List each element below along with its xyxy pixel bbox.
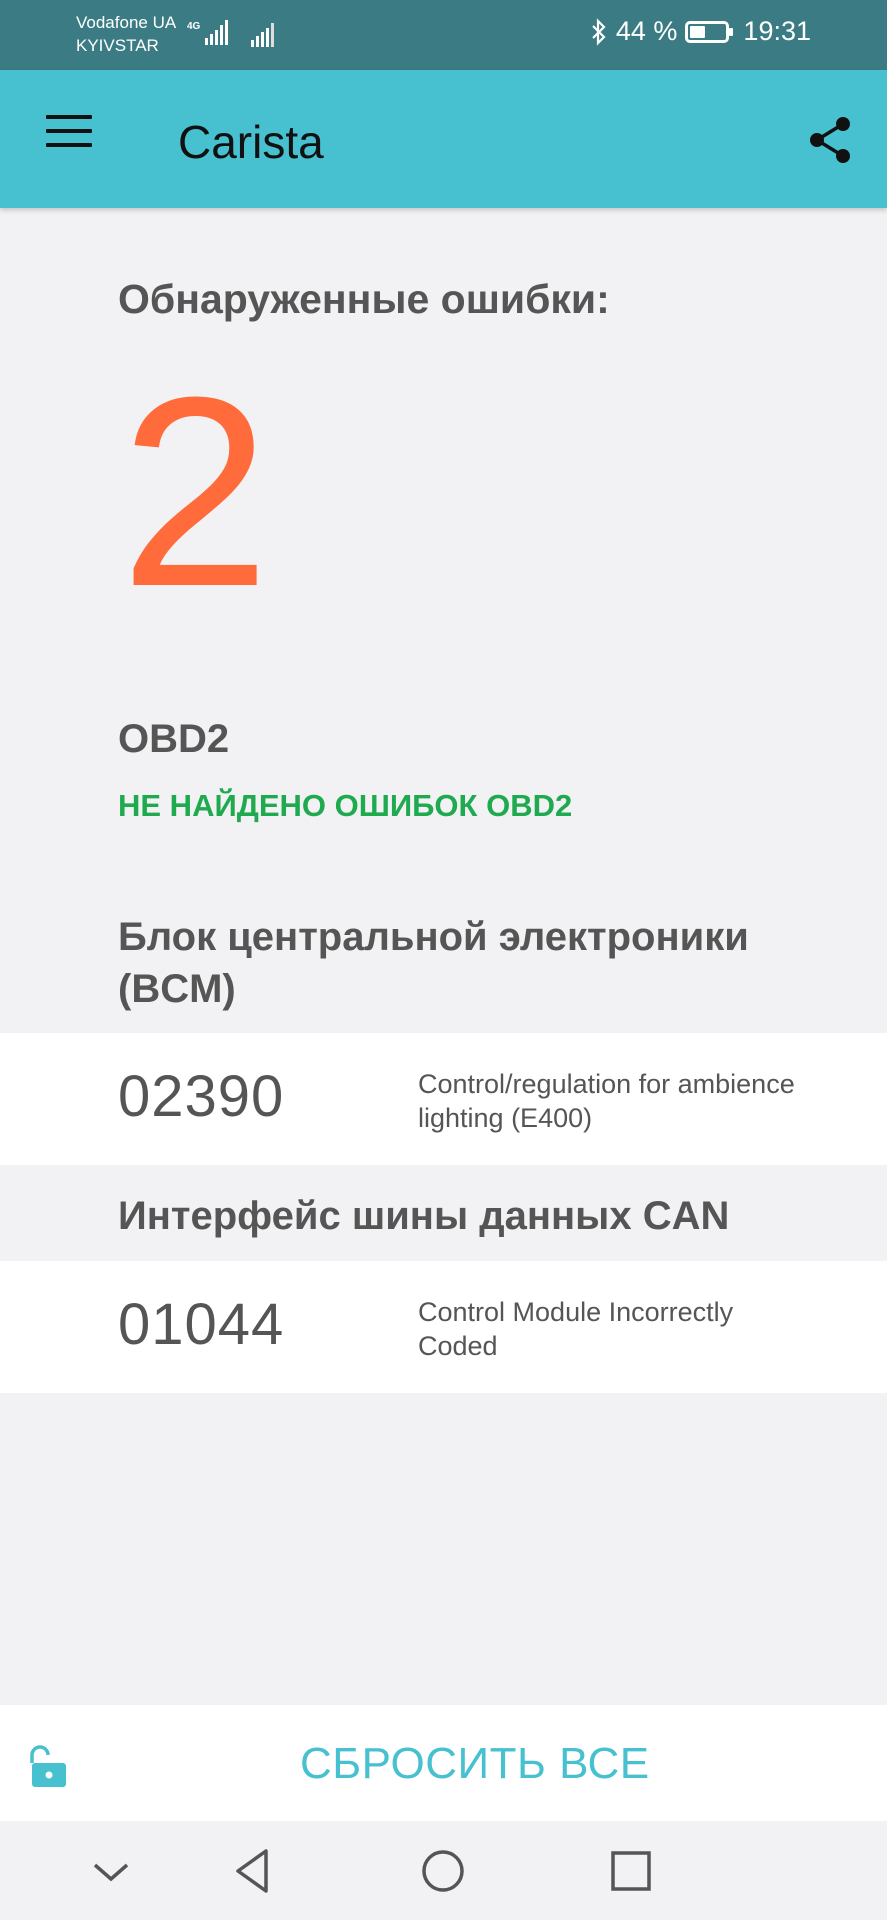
carrier-info: Vodafone UA KYIVSTAR	[76, 11, 176, 57]
network-type-label: 4G	[187, 21, 201, 32]
error-code: 01044	[118, 1292, 285, 1357]
errors-found-label: Обнаруженные ошибки:	[118, 276, 610, 322]
reset-all-button[interactable]: СБРОСИТЬ ВСЕ	[300, 1739, 650, 1789]
back-icon[interactable]	[226, 1843, 282, 1899]
home-icon[interactable]	[415, 1843, 471, 1899]
chevron-down-icon[interactable]	[83, 1843, 139, 1899]
module-title-bcm: Блок центральной электроники (BCM)	[118, 915, 749, 1011]
menu-icon[interactable]	[38, 115, 100, 163]
system-nav-bar	[0, 1821, 887, 1920]
module-title-can: Интерфейс шины данных CAN	[118, 1194, 730, 1238]
error-row[interactable]: 02390 Control/regulation for ambience li…	[0, 1033, 887, 1165]
signal-icon: 4G	[187, 20, 228, 45]
error-code: 02390	[118, 1064, 285, 1129]
clock: 19:31	[743, 16, 811, 46]
carrier-1-name: Vodafone UA	[76, 13, 177, 32]
recents-icon[interactable]	[603, 1843, 659, 1899]
app-title: Carista	[178, 116, 324, 168]
bluetooth-icon	[592, 17, 606, 46]
error-description: Control/regulation for ambience lighting…	[418, 1069, 795, 1133]
bottom-action-bar: СБРОСИТЬ ВСЕ	[0, 1705, 887, 1821]
battery-percent: 44 %	[615, 16, 678, 46]
battery-icon	[685, 20, 734, 43]
battery-fill	[690, 25, 706, 38]
error-row[interactable]: 01044 Control Module Incorrectly Coded	[0, 1261, 887, 1393]
status-bar: Vodafone UA KYIVSTAR 4G 44 % 19:31	[0, 0, 887, 70]
obd2-status: НЕ НАЙДЕНО ОШИБОК OBD2	[118, 788, 573, 823]
signal-icon-2	[251, 23, 274, 47]
unlock-icon[interactable]	[26, 1743, 74, 1791]
carrier-2-name: KYIVSTAR	[76, 36, 159, 55]
status-indicators: 44 % 19:31	[590, 16, 811, 47]
obd2-title: OBD2	[118, 717, 230, 761]
error-count: 2	[120, 342, 271, 643]
share-icon[interactable]	[803, 112, 859, 168]
app-bar: Carista	[0, 70, 887, 208]
error-description: Control Module Incorrectly Coded	[418, 1297, 734, 1361]
